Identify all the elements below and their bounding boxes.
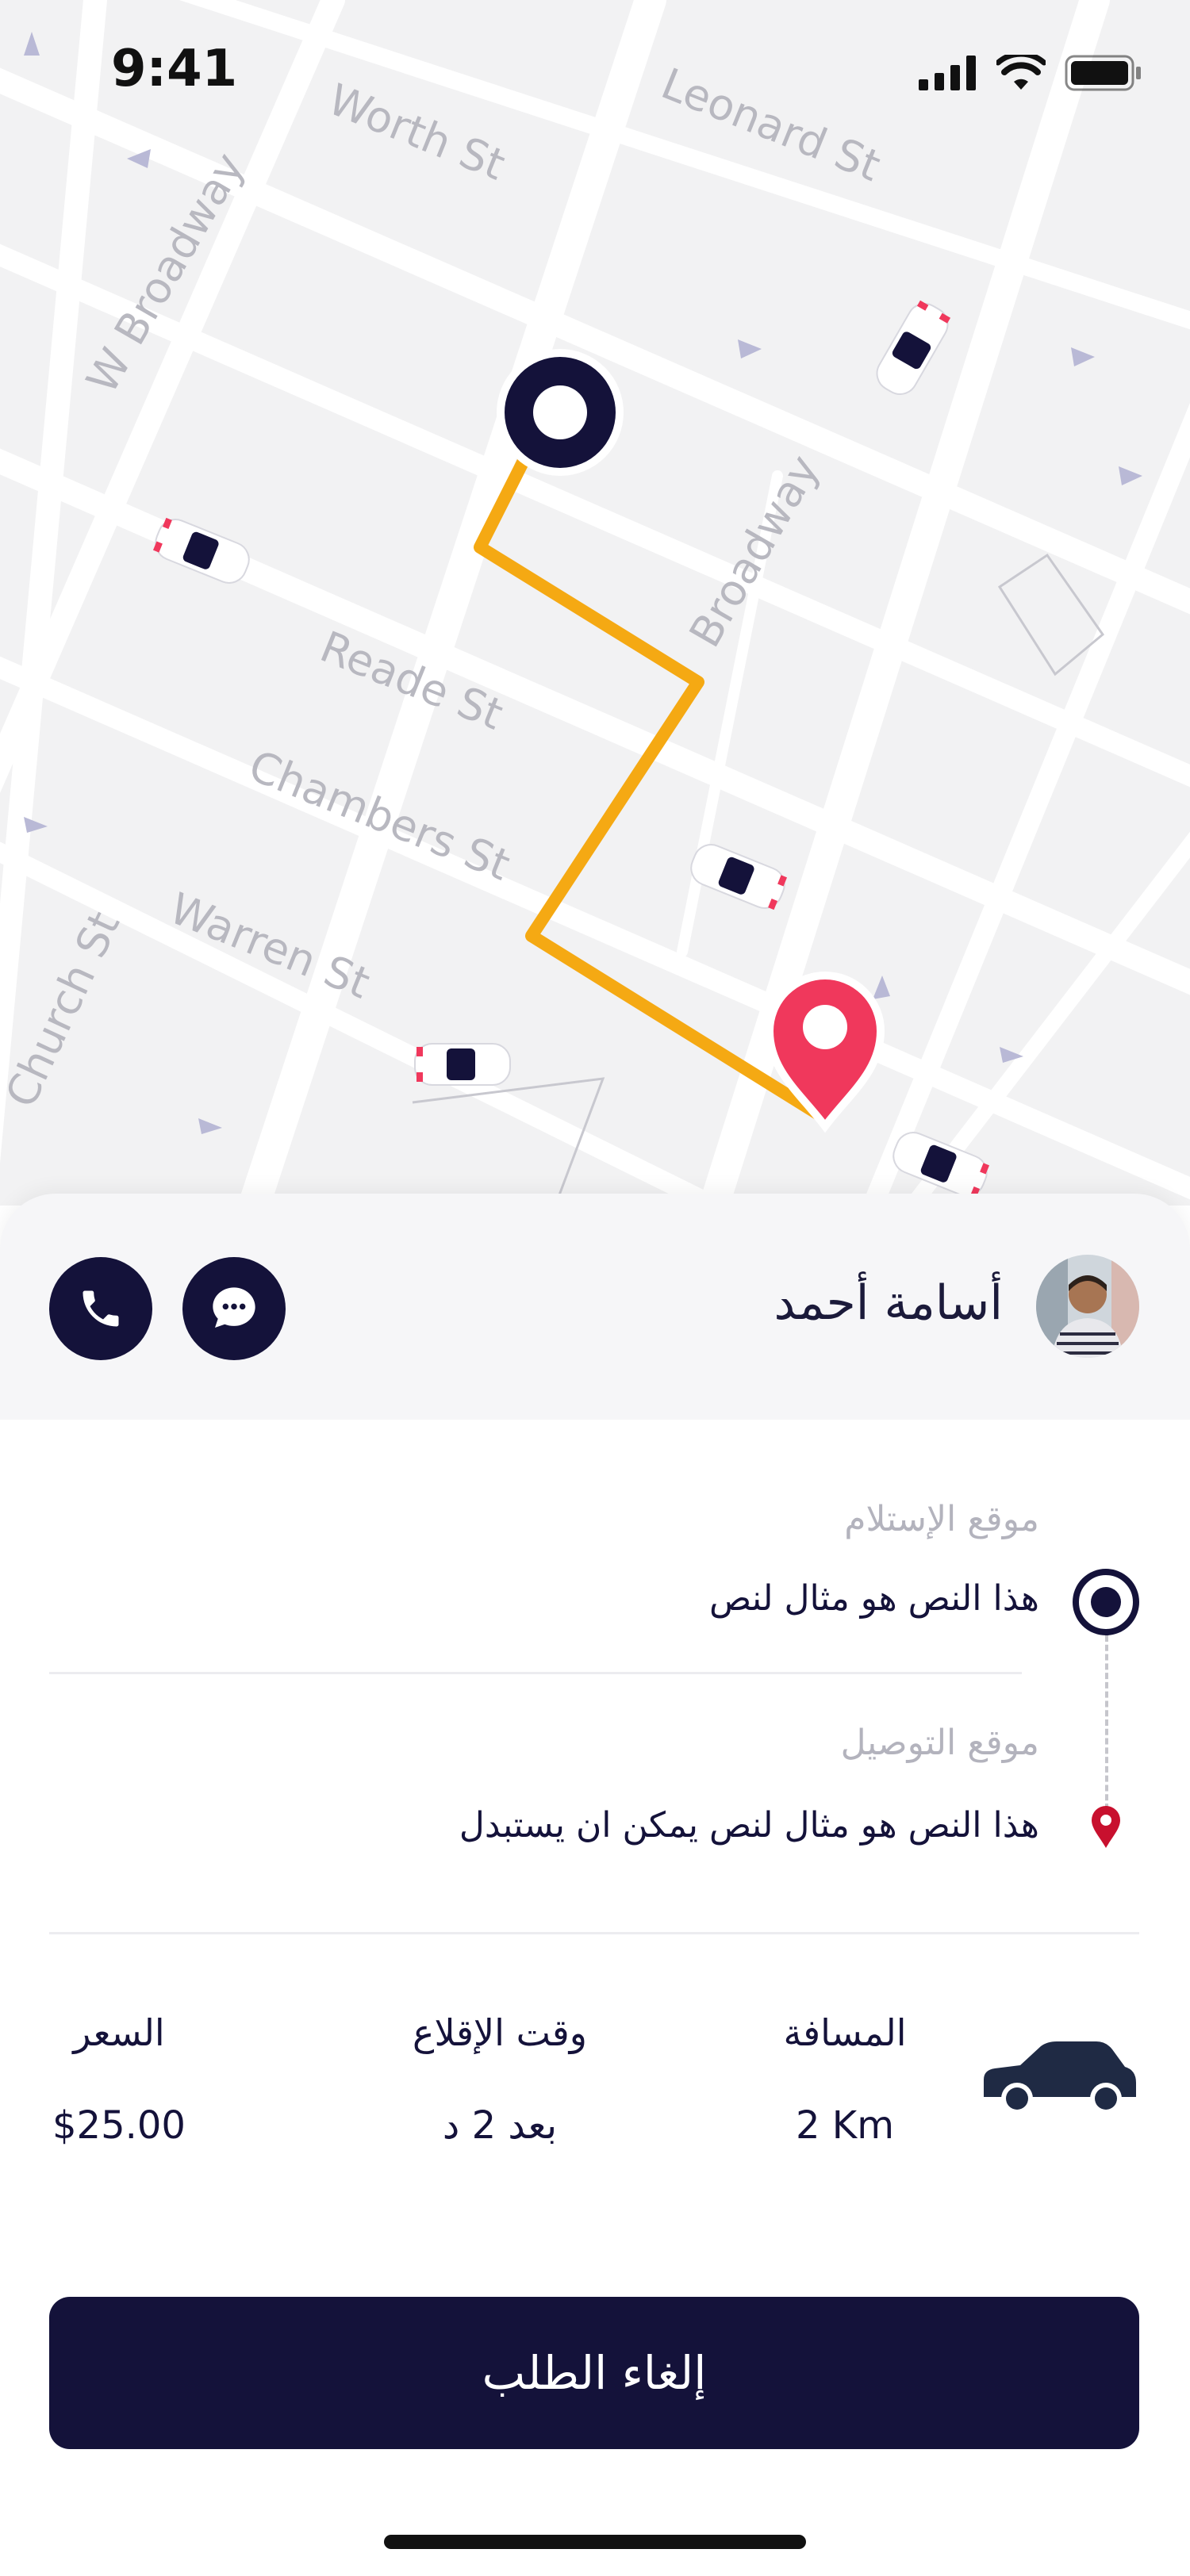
phone-icon (83, 1290, 119, 1327)
battery-icon (1065, 55, 1141, 91)
dropoff-address[interactable]: هذا النص هو مثال لنص يمكن ان يستبدل (459, 1805, 1039, 1846)
cancel-request-button[interactable]: إلغاء الطلب (49, 2297, 1139, 2449)
price-label: السعر (73, 2011, 165, 2054)
status-icons (919, 49, 1142, 97)
car-icon (984, 2041, 1136, 2114)
location-pin-icon (1092, 1806, 1120, 1848)
dropoff-label: موقع التوصيل (840, 1723, 1039, 1763)
pickup-location-icon (1073, 1569, 1139, 1635)
price-value: $25.00 (52, 2103, 186, 2148)
distance-value: 2 Km (795, 2103, 895, 2148)
status-time: 9:41 (111, 40, 238, 98)
status-bar: 9:41 (0, 0, 1190, 143)
wifi-icon (996, 55, 1046, 90)
cellular-signal-icon (919, 56, 976, 90)
map-view[interactable]: Worth St Leonard St W Broadway Broadway … (0, 0, 1190, 1206)
driver-card (0, 1194, 1190, 1420)
divider (49, 1932, 1139, 1934)
driver-avatar[interactable] (1036, 1255, 1139, 1358)
avatar-image (1036, 1255, 1139, 1358)
pickup-address[interactable]: هذا النص هو مثال لنص (709, 1578, 1039, 1619)
driver-name: أسامة أحمد (774, 1275, 1003, 1331)
car-marker (690, 844, 788, 910)
pickup-label: موقع الإستلام (844, 1499, 1039, 1539)
origin-marker (497, 349, 624, 476)
map-canvas: Worth St Leonard St W Broadway Broadway … (0, 0, 1190, 1206)
destination-pin (765, 972, 885, 1133)
departure-time-value: بعد 2 د (442, 2103, 558, 2148)
car-marker (892, 1132, 990, 1198)
call-driver-button[interactable] (49, 1257, 152, 1360)
chat-icon (213, 1287, 255, 1328)
route-connector (1105, 1635, 1108, 1810)
distance-label: المسافة (783, 2011, 907, 2054)
message-driver-button[interactable] (182, 1257, 286, 1360)
departure-time-label: وقت الإقلاع (413, 2011, 587, 2054)
car-marker (152, 517, 250, 584)
home-indicator[interactable] (384, 2535, 806, 2549)
street-label: Broadway (680, 447, 829, 655)
divider (49, 1672, 1022, 1674)
car-marker (876, 300, 951, 395)
car-marker (414, 1043, 511, 1086)
